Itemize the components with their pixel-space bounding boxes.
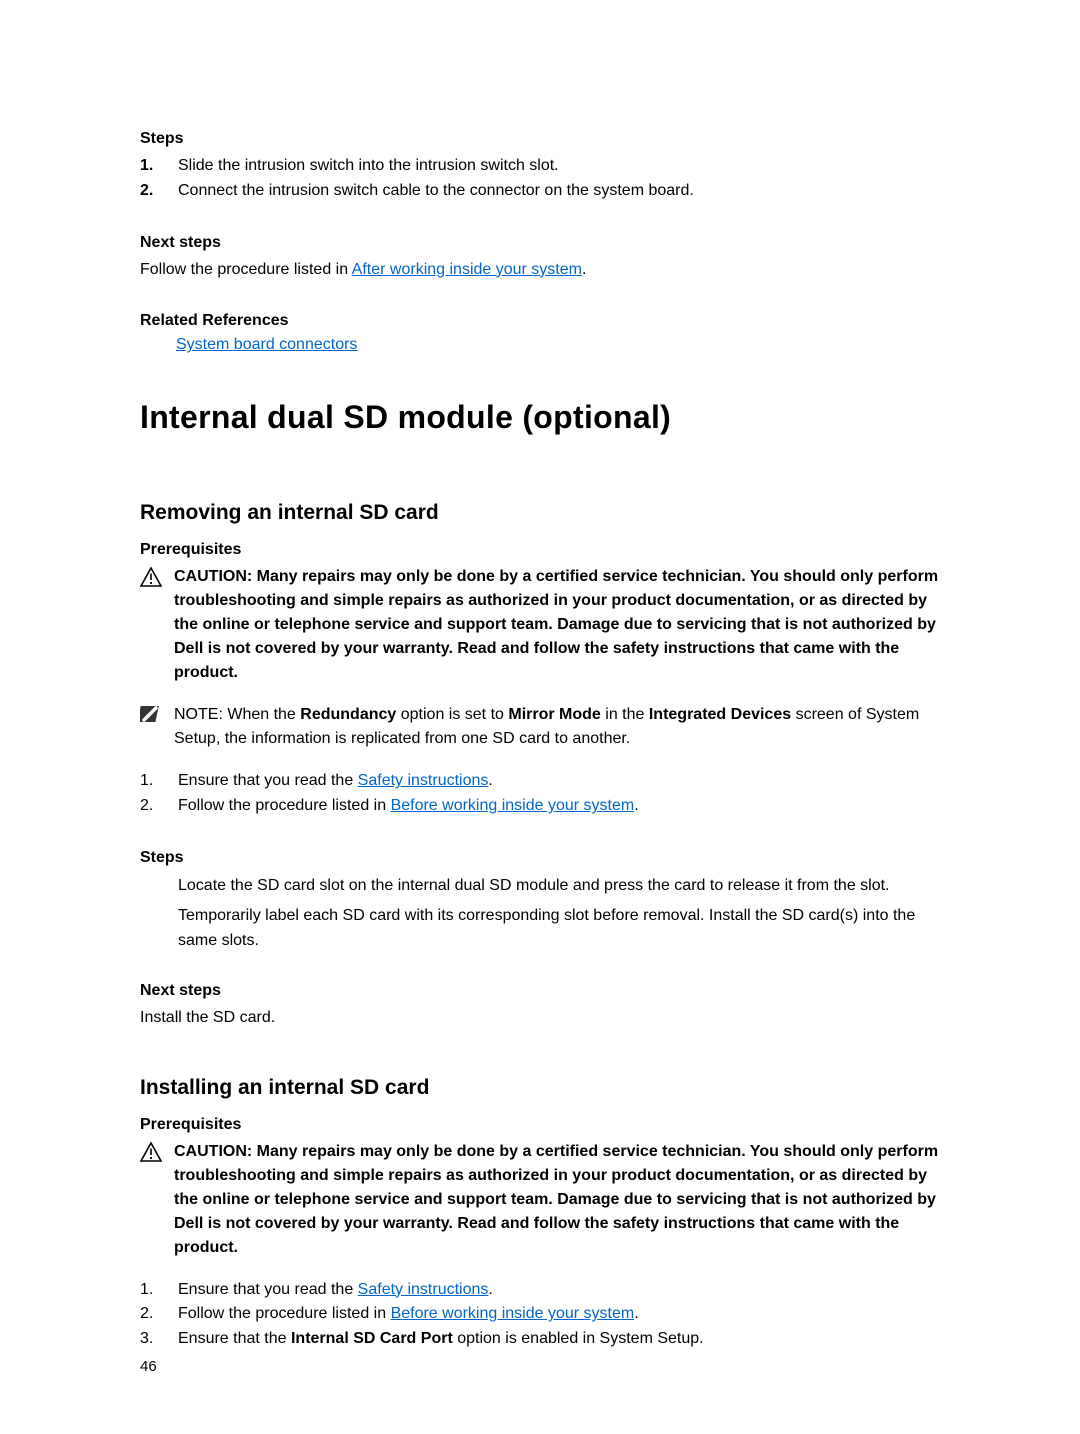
text: . (488, 772, 492, 789)
note-body: NOTE: When the Redundancy option is set … (174, 703, 940, 751)
text: Ensure that you read the (178, 1281, 358, 1298)
caution-body: CAUTION: Many repairs may only be done b… (174, 565, 940, 685)
caution-callout: CAUTION: Many repairs may only be done b… (140, 1140, 940, 1260)
step-number: 1. (140, 154, 160, 179)
text: Follow the procedure listed in (178, 1305, 391, 1322)
before-working-link[interactable]: Before working inside your system (391, 797, 635, 814)
text: option is set to (396, 706, 508, 723)
step-number: 2. (140, 1302, 160, 1327)
text: option is enabled in System Setup. (453, 1330, 704, 1347)
step-number: 1. (140, 769, 160, 794)
note-icon (140, 703, 162, 751)
step-number: 2. (140, 179, 160, 204)
related-refs-item: System board connectors (140, 336, 940, 354)
steps-heading: Steps (140, 130, 940, 148)
text: . (582, 261, 586, 278)
caution-text: Many repairs may only be done by a certi… (174, 1143, 938, 1256)
section-title: Internal dual SD module (optional) (140, 399, 940, 436)
text: Ensure that the (178, 1330, 291, 1347)
list-item: 2. Connect the intrusion switch cable to… (140, 179, 940, 204)
step-text: Temporarily label each SD card with its … (178, 903, 940, 954)
text: Ensure that you read the (178, 772, 358, 789)
prerequisites-heading: Prerequisites (140, 1116, 940, 1134)
note-label: NOTE: (174, 706, 227, 723)
text-bold: Internal SD Card Port (291, 1330, 453, 1347)
steps-heading: Steps (140, 849, 940, 867)
step-text: Follow the procedure listed in Before wo… (178, 794, 639, 819)
list-item: 2. Follow the procedure listed in Before… (140, 1302, 940, 1327)
text-bold: Mirror Mode (508, 706, 600, 723)
step-number: 2. (140, 794, 160, 819)
prereq-list-remove: 1. Ensure that you read the Safety instr… (140, 769, 940, 819)
installing-heading: Installing an internal SD card (140, 1076, 940, 1100)
step-number: 1. (140, 1278, 160, 1303)
caution-callout: CAUTION: Many repairs may only be done b… (140, 565, 940, 685)
related-refs-heading: Related References (140, 312, 940, 330)
system-board-connectors-link[interactable]: System board connectors (176, 336, 357, 353)
text: Follow the procedure listed in (178, 797, 391, 814)
list-item: 3. Ensure that the Internal SD Card Port… (140, 1327, 940, 1352)
document-page: Steps 1. Slide the intrusion switch into… (0, 0, 1080, 1352)
safety-instructions-link[interactable]: Safety instructions (358, 1281, 489, 1298)
text: in the (601, 706, 649, 723)
next-steps-text: Follow the procedure listed in After wor… (140, 258, 940, 283)
list-item: 1. Ensure that you read the Safety instr… (140, 769, 940, 794)
next-steps-heading: Next steps (140, 982, 940, 1000)
step-text: Slide the intrusion switch into the intr… (178, 154, 559, 179)
caution-icon (140, 565, 162, 685)
step-number: 3. (140, 1327, 160, 1352)
caution-body: CAUTION: Many repairs may only be done b… (174, 1140, 940, 1260)
removing-heading: Removing an internal SD card (140, 501, 940, 525)
step-text: Follow the procedure listed in Before wo… (178, 1302, 639, 1327)
text: . (488, 1281, 492, 1298)
caution-label: CAUTION: (174, 1143, 257, 1160)
next-steps-text: Install the SD card. (140, 1006, 940, 1031)
step-text: Ensure that you read the Safety instruct… (178, 1278, 493, 1303)
before-working-link[interactable]: Before working inside your system (391, 1305, 635, 1322)
step-text: Ensure that you read the Safety instruct… (178, 769, 493, 794)
steps-list-top: 1. Slide the intrusion switch into the i… (140, 154, 940, 204)
text: . (634, 797, 638, 814)
step-text: Locate the SD card slot on the internal … (178, 873, 940, 899)
list-item: 1. Ensure that you read the Safety instr… (140, 1278, 940, 1303)
after-working-link[interactable]: After working inside your system (352, 261, 582, 278)
note-callout: NOTE: When the Redundancy option is set … (140, 703, 940, 751)
text: When the (227, 706, 300, 723)
prerequisites-heading: Prerequisites (140, 541, 940, 559)
list-item: 1. Slide the intrusion switch into the i… (140, 154, 940, 179)
next-steps-heading: Next steps (140, 234, 940, 252)
text-bold: Integrated Devices (649, 706, 791, 723)
text: . (634, 1305, 638, 1322)
caution-icon (140, 1140, 162, 1260)
page-number: 46 (140, 1358, 157, 1375)
caution-label: CAUTION: (174, 568, 257, 585)
text-bold: Redundancy (300, 706, 396, 723)
prereq-list-install: 1. Ensure that you read the Safety instr… (140, 1278, 940, 1352)
safety-instructions-link[interactable]: Safety instructions (358, 772, 489, 789)
caution-text: Many repairs may only be done by a certi… (174, 568, 938, 681)
step-text: Connect the intrusion switch cable to th… (178, 179, 694, 204)
text: Follow the procedure listed in (140, 261, 352, 278)
list-item: 2. Follow the procedure listed in Before… (140, 794, 940, 819)
spacer (140, 1031, 940, 1076)
steps-body: Locate the SD card slot on the internal … (140, 873, 940, 954)
step-text: Ensure that the Internal SD Card Port op… (178, 1327, 704, 1352)
